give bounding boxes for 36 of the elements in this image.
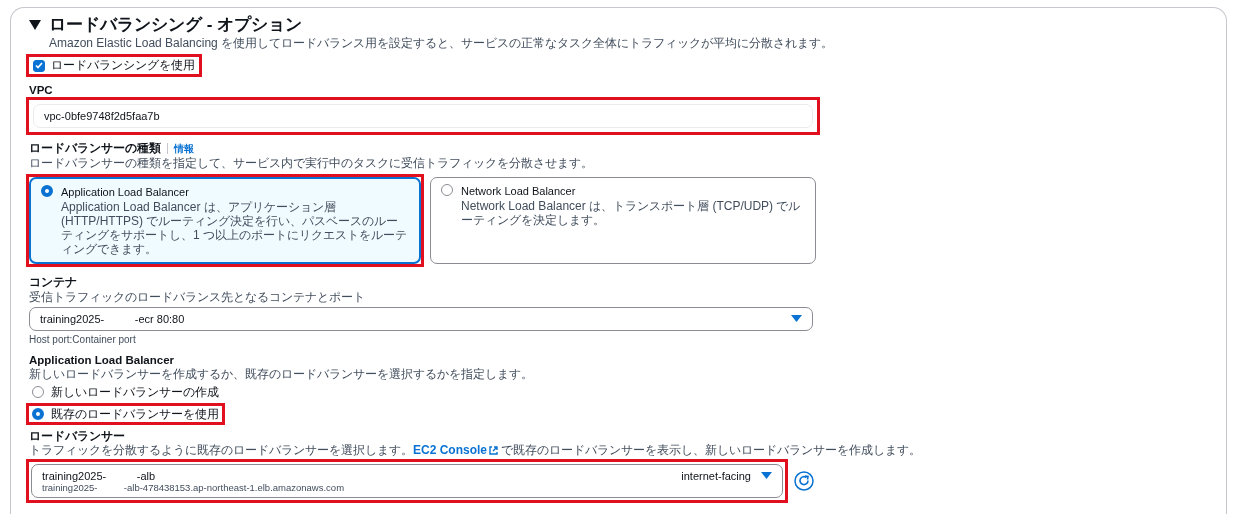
radio-button[interactable] <box>32 386 44 398</box>
ec2-console-link[interactable]: EC2 Console <box>413 443 498 457</box>
radio-label: 既存のロードバランサーを使用 <box>51 407 219 421</box>
radio-button[interactable] <box>41 185 53 197</box>
field-label: ロードバランサーの種類 <box>29 142 161 154</box>
dropdown-caret-icon <box>761 471 772 480</box>
section-title: ロードバランシング - オプション <box>49 14 303 36</box>
field-label: コンテナ <box>29 275 78 289</box>
field-label: Application Load Balancer <box>29 353 176 367</box>
section-description: Amazon Elastic Load Balancing を使用してロードバランス用を設定すると、サービスの正常なタスク全体にトラフィックが平均に分散されます。 <box>49 36 835 50</box>
load-balancer-select[interactable]: training2025- -alb internet-facing training2025- -alb-478438153.ap-northeast-1.elb.amazonaws.com <box>31 464 783 498</box>
info-link[interactable]: 情報 <box>174 143 194 154</box>
checkbox[interactable] <box>33 59 45 72</box>
field-label: VPC <box>29 83 54 97</box>
field-description: 新しいロードバランサーを作成するか、既存のロードバランサーを選択するかを指定します。 <box>29 367 534 381</box>
refresh-icon[interactable] <box>794 471 814 491</box>
field-label: ロードバランサー <box>29 429 126 443</box>
option-card[interactable]: Network Load Balancer Network Load Balancer は、トランスポート層 (TCP/UDP) でルーティングを決定します。 <box>430 177 816 264</box>
dropdown-caret-icon <box>791 315 802 323</box>
radio-button[interactable] <box>32 408 44 420</box>
checkbox-label: ロードバランシングを使用 <box>51 58 195 73</box>
field-hint: Host port:Container port <box>29 333 137 347</box>
field-description: トラフィックを分散するように既存のロードバランサーを選択します。EC2 Console で既存のロードバランサーを表示し、新しいロードバランサーを作成します。 <box>29 443 923 457</box>
radio-button[interactable] <box>441 184 453 196</box>
field-description: ロードバランサーの種類を指定して、サービス内で実行中のタスクに受信トラフィックを分散させます。 <box>29 156 594 170</box>
option-title: Network Load Balancer <box>461 184 577 198</box>
external-link-icon <box>489 445 498 455</box>
option-description: Application Load Balancer は、アプリケーション層 (HTTP/HTTPS) でルーティング決定を行い、パスベースのルーティングをサポートし、1 つ以上のポートにリクエストをルーティングできます。 <box>61 200 408 256</box>
vpc-field[interactable]: vpc-0bfe9748f2d5faa7b <box>33 104 813 128</box>
option-title: Application Load Balancer <box>61 185 190 199</box>
option-description: Network Load Balancer は、トランスポート層 (TCP/UDP) でルーティングを決定します。 <box>461 199 802 227</box>
field-description: 受信トラフィックのロードバランス先となるコンテナとポート <box>29 290 366 304</box>
option-card[interactable]: Application Load Balancer Application Load Balancer は、アプリケーション層 (HTTP/HTTPS) でルーティング決定を行い、パスベースのルーティングをサポートし、1 つ以上のポートにリクエストをルーティングできます。 <box>29 177 421 264</box>
container-select[interactable]: training2025- -ecr 80:80 <box>29 307 813 331</box>
expand-triangle-icon[interactable] <box>29 20 41 30</box>
radio-label: 新しいロードバランサーの作成 <box>51 385 219 399</box>
